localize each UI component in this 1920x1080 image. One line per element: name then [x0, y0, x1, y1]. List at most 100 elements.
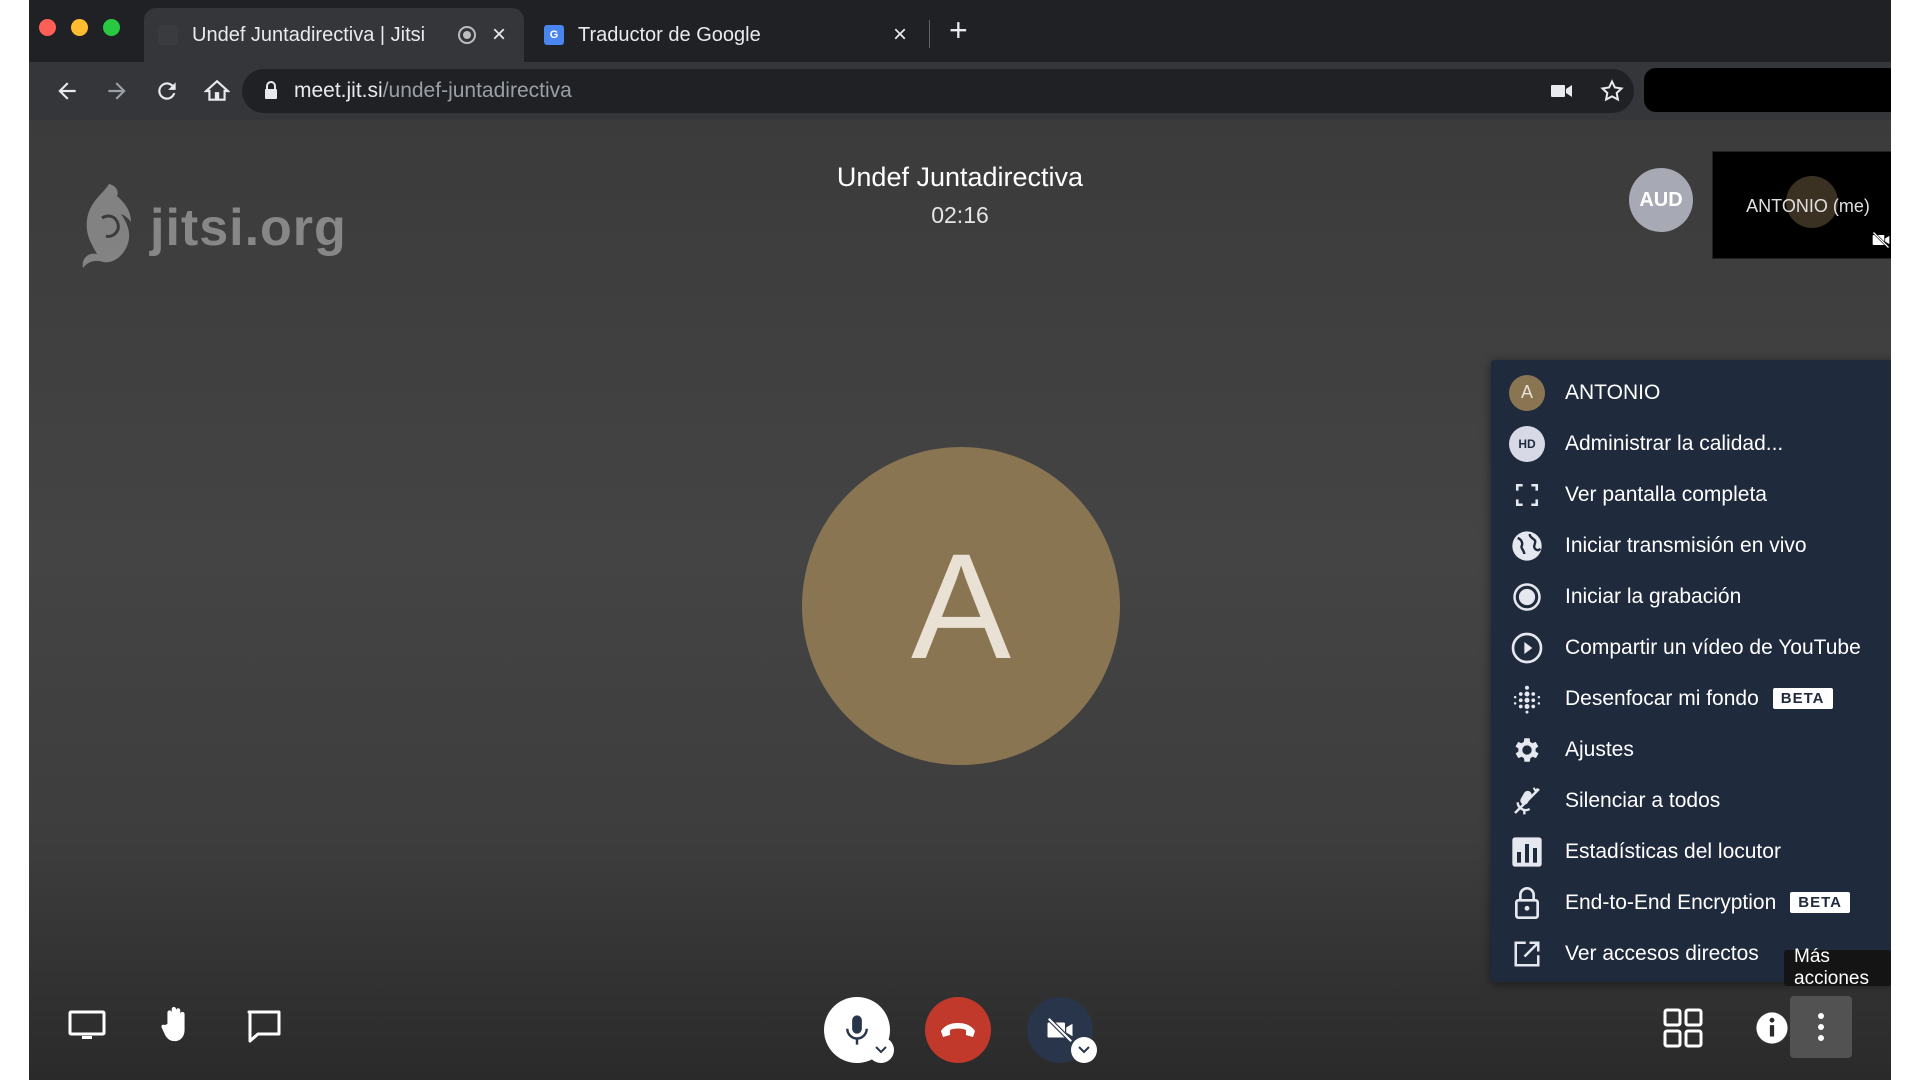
- menu-item-youtube[interactable]: Compartir un vídeo de YouTube: [1491, 622, 1891, 673]
- tab-jitsi[interactable]: Undef Juntadirectiva | Jitsi ×: [144, 8, 524, 62]
- play-circle-icon: [1509, 630, 1545, 666]
- url-path: /undef-juntadirectiva: [382, 79, 572, 102]
- hangup-icon: [941, 1023, 975, 1037]
- tile-view-button[interactable]: [1655, 1000, 1711, 1056]
- tab-separator: [929, 20, 930, 48]
- tab-close-button[interactable]: ×: [889, 23, 911, 47]
- new-tab-button[interactable]: +: [949, 14, 968, 46]
- recording-indicator-icon: [458, 26, 476, 44]
- tile-view-icon: [1663, 1008, 1703, 1048]
- menu-item-fullscreen[interactable]: Ver pantalla completa: [1491, 469, 1891, 520]
- menu-item-label: Ver accesos directos: [1565, 941, 1759, 965]
- menu-item-mute-all[interactable]: Silenciar a todos: [1491, 775, 1891, 826]
- hd-icon: HD: [1509, 425, 1545, 462]
- home-button[interactable]: [201, 75, 233, 107]
- menu-item-e2ee[interactable]: End-to-End Encryption BETA: [1491, 877, 1891, 928]
- tab-close-button[interactable]: ×: [488, 23, 510, 47]
- window-close-button[interactable]: [39, 19, 56, 36]
- home-icon: [204, 79, 230, 101]
- info-icon: [1756, 1012, 1788, 1044]
- menu-item-quality[interactable]: HD Administrar la calidad...: [1491, 418, 1891, 469]
- tab-strip: Undef Juntadirectiva | Jitsi × G Traduct…: [29, 0, 1891, 62]
- globe-icon: [1509, 528, 1545, 564]
- tab-title: Traductor de Google: [578, 23, 761, 46]
- menu-item-label: Silenciar a todos: [1565, 788, 1721, 812]
- profile-button[interactable]: [1644, 68, 1891, 112]
- menu-item-label: Iniciar transmisión en vivo: [1565, 533, 1807, 557]
- camera-in-use-icon[interactable]: [1550, 79, 1574, 103]
- menu-item-recording[interactable]: Iniciar la grabación: [1491, 571, 1891, 622]
- chevron-down-icon: [1078, 1046, 1090, 1054]
- menu-item-label: Ver pantalla completa: [1565, 482, 1767, 506]
- menu-item-settings[interactable]: Ajustes: [1491, 724, 1891, 775]
- record-icon: [1509, 579, 1545, 615]
- microphone-button[interactable]: [824, 997, 894, 1063]
- menu-item-speaker-stats[interactable]: Estadísticas del locutor: [1491, 826, 1891, 877]
- conference-title: Undef Juntadirectiva: [836, 162, 1084, 192]
- gear-icon: [1509, 732, 1545, 768]
- beta-badge: BETA: [1790, 891, 1851, 913]
- window-zoom-button[interactable]: [103, 19, 120, 36]
- lock-icon: [1509, 885, 1545, 921]
- menu-item-label: Ajustes: [1565, 737, 1634, 761]
- avatar-icon: A: [1509, 374, 1545, 411]
- fullscreen-icon: [1509, 477, 1545, 513]
- camera-button[interactable]: [1027, 997, 1097, 1063]
- menu-item-livestream[interactable]: Iniciar transmisión en vivo: [1491, 520, 1891, 571]
- url-text: meet.jit.si/undef-juntadirectiva: [294, 79, 572, 103]
- jitsi-favicon-icon: [158, 25, 178, 45]
- beta-badge: BETA: [1772, 687, 1833, 709]
- hangup-button[interactable]: [925, 997, 991, 1063]
- forward-button[interactable]: [101, 75, 133, 107]
- open-external-icon: [1509, 936, 1545, 972]
- dominant-speaker-avatar: A: [802, 447, 1120, 765]
- chat-button[interactable]: [236, 998, 292, 1054]
- lock-icon[interactable]: [260, 80, 282, 102]
- browser-window: Undef Juntadirectiva | Jitsi × G Traduct…: [29, 0, 1891, 1080]
- camera-off-icon: [1047, 1017, 1073, 1043]
- bookmark-star-icon[interactable]: [1600, 79, 1624, 103]
- conference-stage: jitsi.org Undef Juntadirectiva 02:16 AUD…: [29, 120, 1891, 1080]
- local-video-thumbnail[interactable]: ANTONIO (me): [1712, 151, 1891, 259]
- arrow-left-icon: [58, 82, 76, 100]
- conference-timer: 02:16: [931, 202, 989, 228]
- chat-icon: [247, 1010, 281, 1043]
- stats-icon: [1509, 834, 1545, 870]
- more-actions-menu: A ANTONIO HD Administrar la calidad... V…: [1491, 360, 1891, 982]
- reload-button[interactable]: [151, 75, 183, 107]
- menu-item-label: ANTONIO: [1565, 380, 1661, 404]
- video-muted-icon: [1872, 231, 1890, 249]
- mic-mute-all-icon: [1509, 783, 1545, 819]
- menu-item-label: Compartir un vídeo de YouTube: [1565, 635, 1861, 659]
- menu-item-label: Iniciar la grabación: [1565, 584, 1742, 608]
- raise-hand-button[interactable]: [148, 996, 204, 1052]
- menu-item-label: Desenfocar mi fondo BETA: [1565, 687, 1833, 711]
- google-translate-favicon-icon: G: [544, 25, 564, 45]
- menu-item-label: Estadísticas del locutor: [1565, 839, 1781, 863]
- menu-item-blur[interactable]: Desenfocar mi fondo BETA: [1491, 673, 1891, 724]
- chevron-down-icon: [875, 1046, 887, 1054]
- url-host: meet.jit.si: [294, 79, 383, 102]
- more-actions-tooltip: Más acciones: [1784, 946, 1891, 989]
- menu-item-label: End-to-End Encryption BETA: [1565, 891, 1851, 915]
- back-button[interactable]: [51, 75, 83, 107]
- microphone-icon: [846, 1015, 868, 1045]
- screen-share-icon: [68, 1010, 106, 1039]
- arrow-right-icon: [108, 82, 126, 100]
- thumbnail-name: ANTONIO (me): [1746, 196, 1870, 216]
- more-actions-button[interactable]: [1790, 996, 1852, 1058]
- menu-item-label: Administrar la calidad...: [1565, 431, 1784, 455]
- screen-share-button[interactable]: [59, 998, 115, 1054]
- browser-toolbar: meet.jit.si/undef-juntadirectiva: [29, 62, 1891, 120]
- tab-title: Undef Juntadirectiva | Jitsi: [192, 23, 426, 46]
- address-bar[interactable]: meet.jit.si/undef-juntadirectiva: [242, 69, 1634, 113]
- microphone-options-chevron[interactable]: [868, 1037, 894, 1063]
- more-vertical-icon: [1818, 1013, 1824, 1041]
- window-minimize-button[interactable]: [71, 19, 88, 36]
- remote-participant-avatar[interactable]: AUD: [1629, 168, 1693, 232]
- menu-item-profile[interactable]: A ANTONIO: [1491, 367, 1891, 418]
- tab-google-translate[interactable]: G Traductor de Google ×: [530, 8, 925, 62]
- camera-options-chevron[interactable]: [1071, 1037, 1097, 1063]
- raise-hand-icon: [161, 1006, 185, 1042]
- reload-icon: [158, 82, 176, 100]
